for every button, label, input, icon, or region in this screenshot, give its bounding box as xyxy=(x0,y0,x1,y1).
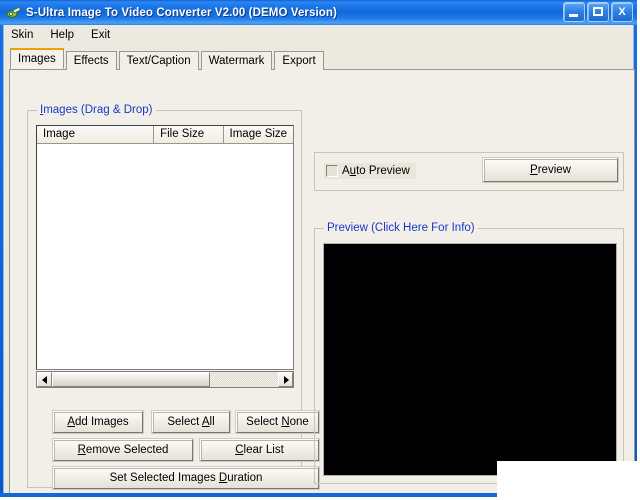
column-header-file-size[interactable]: File Size xyxy=(154,126,224,143)
tab-images[interactable]: Images xyxy=(10,48,64,69)
select-none-label-before: Select xyxy=(246,416,282,428)
close-button[interactable]: X xyxy=(611,2,633,22)
preview-groupbox-title[interactable]: Preview (Click Here For Info) xyxy=(324,222,478,234)
image-list-header: Image File Size Image Size xyxy=(37,126,293,144)
preview-groupbox[interactable]: Preview (Click Here For Info) xyxy=(314,222,624,484)
images-title-rest: mages (Drag & Drop) xyxy=(43,104,153,116)
tab-text-caption[interactable]: Text/Caption xyxy=(118,51,199,70)
tab-strip: Images Effects Text/Caption Watermark Ex… xyxy=(10,48,633,70)
desktop-occlusion xyxy=(497,461,640,500)
select-all-label-after: ll xyxy=(209,416,215,428)
application-window: S-Ultra Image To Video Converter V2.00 (… xyxy=(0,0,637,497)
set-selected-images-duration-button[interactable]: Set Selected Images Duration xyxy=(53,467,319,489)
set-duration-label-before: Set Selected Images xyxy=(109,472,219,484)
window-title: S-Ultra Image To Video Converter V2.00 (… xyxy=(26,6,337,19)
maximize-button[interactable] xyxy=(587,2,609,22)
remove-selected-label: emove Selected xyxy=(85,444,169,456)
scrollbar-track[interactable] xyxy=(52,372,278,387)
client-area: Skin Help Exit Images Effects Text/Capti… xyxy=(3,25,635,495)
select-all-button[interactable]: Select All xyxy=(152,411,230,433)
auto-preview-checkbox[interactable]: Auto Preview xyxy=(324,163,416,179)
preview-accel: P xyxy=(530,164,538,176)
remove-selected-button[interactable]: Remove Selected xyxy=(53,439,193,461)
set-duration-accel: D xyxy=(218,472,228,484)
auto-preview-label-before: A xyxy=(342,165,350,177)
column-header-image[interactable]: Image xyxy=(37,126,155,143)
window-controls: X xyxy=(563,2,633,22)
remove-selected-accel: R xyxy=(77,444,86,456)
image-list-view[interactable]: Image File Size Image Size xyxy=(36,125,294,370)
select-none-accel: N xyxy=(281,416,290,428)
image-list-horizontal-scrollbar[interactable] xyxy=(36,371,294,388)
add-images-button[interactable]: Add Images xyxy=(53,411,143,433)
menu-item-skin[interactable]: Skin xyxy=(11,27,42,43)
set-duration-label-after: uration xyxy=(227,472,263,484)
add-images-label: dd Images xyxy=(74,416,129,428)
checkbox-icon[interactable] xyxy=(326,165,338,177)
minimize-button[interactable] xyxy=(563,2,585,22)
select-all-label-before: Select xyxy=(167,416,202,428)
scroll-right-icon[interactable] xyxy=(278,372,293,387)
scrollbar-thumb[interactable] xyxy=(52,372,211,387)
tab-page-images: Images (Drag & Drop) Image File Size Ima… xyxy=(9,69,635,495)
preview-canvas[interactable] xyxy=(323,243,617,476)
add-images-accel: A xyxy=(67,416,75,428)
preview-button[interactable]: Preview xyxy=(483,158,618,182)
menu-bar: Skin Help Exit xyxy=(4,25,633,45)
clear-list-label: lear List xyxy=(243,444,284,456)
tab-effects[interactable]: Effects xyxy=(65,51,117,70)
scroll-left-icon[interactable] xyxy=(37,372,52,387)
column-header-image-size[interactable]: Image Size xyxy=(223,126,293,143)
title-bar: S-Ultra Image To Video Converter V2.00 (… xyxy=(0,0,637,25)
auto-preview-label-after: to Preview xyxy=(356,165,410,177)
images-groupbox-title: Images (Drag & Drop) xyxy=(37,104,156,116)
close-icon: X xyxy=(618,6,626,18)
tab-export[interactable]: Export xyxy=(274,51,324,70)
image-list-body[interactable] xyxy=(37,144,293,369)
clear-list-button[interactable]: Clear List xyxy=(200,439,319,461)
desktop-backdrop: S-Ultra Image To Video Converter V2.00 (… xyxy=(0,0,640,500)
menu-item-exit[interactable]: Exit xyxy=(91,27,119,43)
select-all-accel: A xyxy=(201,416,210,428)
app-icon xyxy=(6,5,22,21)
tab-watermark[interactable]: Watermark xyxy=(200,51,273,70)
clear-list-accel: C xyxy=(235,444,244,456)
select-none-label-after: one xyxy=(289,416,309,428)
preview-button-label: review xyxy=(537,164,571,176)
menu-item-help[interactable]: Help xyxy=(50,27,83,43)
auto-preview-label: Auto Preview xyxy=(342,165,410,177)
images-groupbox: Images (Drag & Drop) Image File Size Ima… xyxy=(27,104,319,489)
select-none-button[interactable]: Select None xyxy=(236,411,319,433)
